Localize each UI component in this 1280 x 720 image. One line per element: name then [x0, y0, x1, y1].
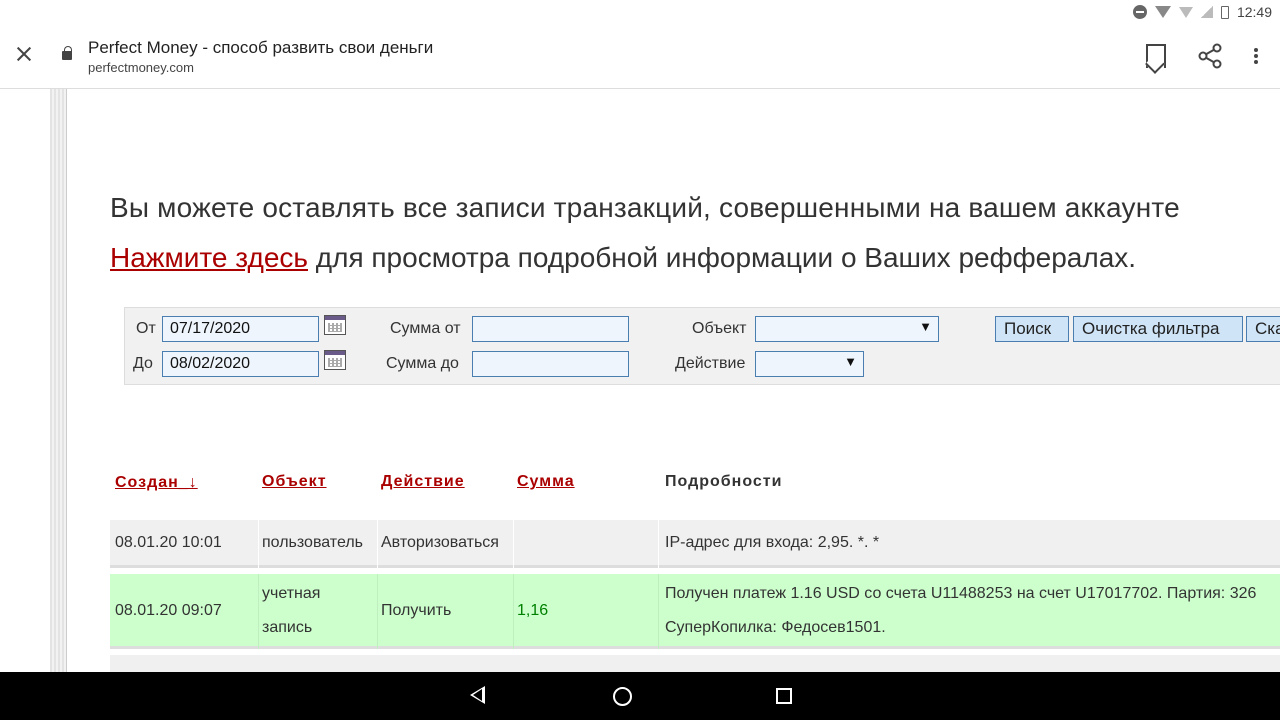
page-title[interactable]: Perfect Money - способ развить свои день…	[88, 38, 433, 58]
sum-from-input[interactable]	[472, 316, 629, 342]
column-amount[interactable]: Сумма	[517, 473, 575, 491]
lock-icon[interactable]	[62, 46, 72, 60]
cell-object: пользователь	[262, 534, 363, 551]
more-vert-icon[interactable]	[1244, 42, 1268, 70]
cell-created: 08.01.20 10:01	[115, 534, 222, 551]
calendar-icon[interactable]	[324, 315, 346, 335]
column-details: Подробности	[665, 473, 783, 490]
download-button[interactable]: Скачать	[1246, 316, 1280, 342]
status-icons: 12:49	[1132, 4, 1272, 20]
intro-text: Вы можете оставлять все записи транзакци…	[110, 192, 1180, 223]
from-label: От	[136, 320, 156, 337]
cell-amount: 1,16	[517, 602, 549, 619]
share-icon[interactable]	[1196, 42, 1224, 70]
cell-details-line2: СуперКопилка: Федосев1501.	[665, 619, 886, 636]
cell-action: Авторизоваться	[381, 534, 499, 551]
recent-apps-icon[interactable]	[776, 688, 792, 704]
object-label: Объект	[692, 320, 747, 337]
status-bar: 12:49	[0, 0, 1280, 24]
battery-icon	[1220, 5, 1229, 19]
object-select[interactable]: ▼	[755, 316, 939, 342]
dropdown-arrow-icon: ▼	[919, 319, 932, 334]
action-label: Действие	[675, 355, 746, 372]
from-date-input[interactable]	[162, 316, 319, 342]
table-row: 08.01.20 10:01 пользователь Авторизовать…	[110, 520, 1280, 568]
dropdown-arrow-icon: ▼	[844, 354, 857, 369]
clear-filter-button[interactable]: Очистка фильтра	[1073, 316, 1243, 342]
page-url[interactable]: perfectmoney.com	[88, 60, 194, 75]
cell-object-line2: запись	[262, 619, 313, 636]
search-button[interactable]: Поиск	[995, 316, 1069, 342]
referral-text: для просмотра подробной информации о Ваш…	[308, 242, 1137, 273]
wifi-icon	[1178, 6, 1193, 18]
action-select[interactable]: ▼	[755, 351, 864, 377]
sum-to-label: Сумма до	[386, 355, 459, 372]
to-label: До	[133, 355, 153, 372]
home-icon[interactable]	[613, 687, 632, 706]
referral-link[interactable]: Нажмите здесь	[110, 242, 308, 273]
cell-details: Получен платеж 1.16 USD со счета U114882…	[665, 585, 1257, 602]
column-object[interactable]: Объект	[262, 473, 327, 491]
no-signal-icon	[1200, 6, 1213, 18]
cell-created: 08.01.20 09:07	[115, 602, 222, 619]
table-row: 08.01.20 09:07 учетная запись Получить 1…	[110, 574, 1280, 649]
filter-panel: От До Сумма от Сумма до Объект ▼ Действи…	[124, 307, 1280, 385]
sum-from-label: Сумма от	[390, 320, 461, 337]
close-icon[interactable]	[12, 42, 36, 66]
wifi-icon	[1154, 6, 1171, 18]
calendar-icon[interactable]	[324, 350, 346, 370]
column-action[interactable]: Действие	[381, 473, 465, 491]
bookmark-icon[interactable]	[1141, 42, 1169, 70]
back-icon[interactable]	[470, 686, 485, 704]
browser-toolbar: Perfect Money - способ развить свои день…	[0, 24, 1280, 89]
referral-line: Нажмите здесь для просмотра подробной ин…	[110, 242, 1136, 274]
cell-action: Получить	[381, 602, 452, 619]
status-time: 12:49	[1236, 4, 1272, 20]
sum-to-input[interactable]	[472, 351, 629, 377]
do-not-disturb-icon	[1132, 5, 1147, 19]
table-row	[110, 655, 1280, 672]
navigation-bar	[0, 672, 1280, 720]
page-content: Вы можете оставлять все записи транзакци…	[0, 89, 1280, 672]
cell-object: учетная	[262, 585, 321, 602]
left-decoration	[50, 89, 67, 672]
cell-details: IP-адрес для входа: 2,95. *. *	[665, 534, 880, 551]
to-date-input[interactable]	[162, 351, 319, 377]
column-created[interactable]: Создан_↓	[115, 474, 198, 492]
